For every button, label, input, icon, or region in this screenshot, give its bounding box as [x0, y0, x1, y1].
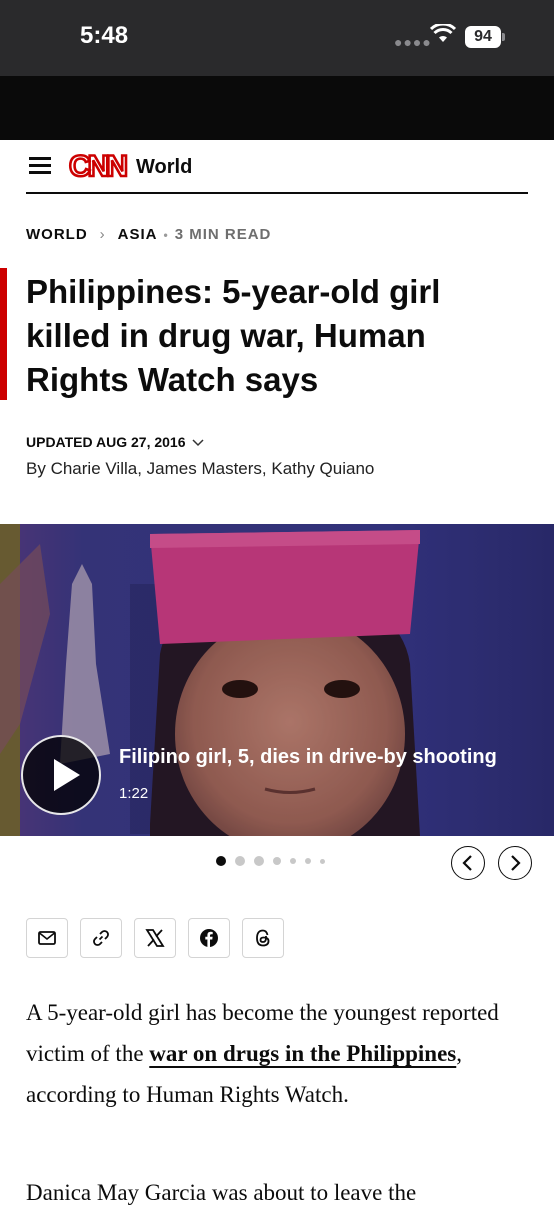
chevron-right-icon: ›: [99, 226, 106, 243]
share-x-button[interactable]: [134, 918, 176, 958]
threads-icon: [256, 929, 270, 947]
battery-icon: 94: [465, 26, 501, 48]
chevron-down-icon: [191, 434, 204, 450]
status-bar: 5:48 ●●●● 94: [0, 0, 554, 76]
battery-tip: [502, 33, 505, 41]
video-title[interactable]: Filipino girl, 5, dies in drive-by shoot…: [119, 746, 497, 769]
read-time: 3 MIN READ: [174, 226, 272, 243]
pager-dot[interactable]: [320, 858, 325, 864]
x-icon: [145, 929, 165, 947]
author-link[interactable]: Kathy Quiano: [271, 459, 374, 478]
wifi-icon: [429, 22, 457, 49]
byline: By Charie Villa, James Masters, Kathy Qu…: [26, 459, 375, 478]
updated-label: UPDATED AUG 27, 2016: [26, 434, 186, 450]
pager-dot[interactable]: [235, 856, 245, 866]
cnn-logo[interactable]: CNN: [66, 148, 128, 182]
share-email-button[interactable]: [26, 918, 68, 958]
article-headline: Philippines: 5-year-old girl killed in d…: [26, 273, 441, 398]
site-header: CNN World: [26, 140, 528, 194]
previous-button[interactable]: [451, 846, 485, 880]
link-icon: [93, 930, 109, 946]
article-paragraph: A 5-year-old girl has become the younges…: [26, 992, 526, 1115]
byline-prefix: By: [26, 459, 46, 478]
separator-dot: •: [163, 227, 169, 242]
breadcrumb-asia[interactable]: ASIA: [118, 226, 158, 243]
pager-dot[interactable]: [305, 858, 311, 864]
menu-icon[interactable]: [26, 154, 54, 176]
author-link[interactable]: Charie Villa: [51, 459, 138, 478]
breadcrumb: WORLD › ASIA • 3 MIN READ: [26, 226, 271, 243]
author-link[interactable]: James Masters: [147, 459, 262, 478]
browser-top-bar: [0, 76, 554, 140]
facebook-icon: [200, 929, 218, 947]
article-paragraph-partial: Danica May Garcia was about to leave the: [26, 1180, 417, 1205]
share-facebook-button[interactable]: [188, 918, 230, 958]
pager-dot[interactable]: [290, 858, 296, 864]
video-duration: 1:22: [119, 785, 149, 802]
headline-accent-bar: [0, 268, 7, 400]
breadcrumb-world[interactable]: WORLD: [26, 226, 88, 243]
email-icon: [38, 931, 56, 945]
pager-dot[interactable]: [273, 857, 281, 865]
chevron-left-icon: [462, 855, 472, 871]
next-button[interactable]: [498, 846, 532, 880]
updated-date[interactable]: UPDATED AUG 27, 2016: [26, 434, 204, 450]
inline-link[interactable]: war on drugs in the Philippines: [149, 1041, 456, 1066]
chevron-right-icon: [511, 855, 521, 871]
share-threads-button[interactable]: [242, 918, 284, 958]
svg-text:CNN: CNN: [69, 150, 126, 182]
pager-dot[interactable]: [254, 856, 264, 866]
carousel-pager: [216, 856, 334, 866]
play-button[interactable]: [21, 735, 101, 815]
share-bar: [26, 918, 296, 958]
section-name[interactable]: World: [136, 156, 192, 179]
pager-dot-active[interactable]: [216, 856, 226, 866]
share-link-button[interactable]: [80, 918, 122, 958]
status-time: 5:48: [80, 22, 129, 49]
cellular-signal-icon: ●●●●: [394, 34, 432, 50]
